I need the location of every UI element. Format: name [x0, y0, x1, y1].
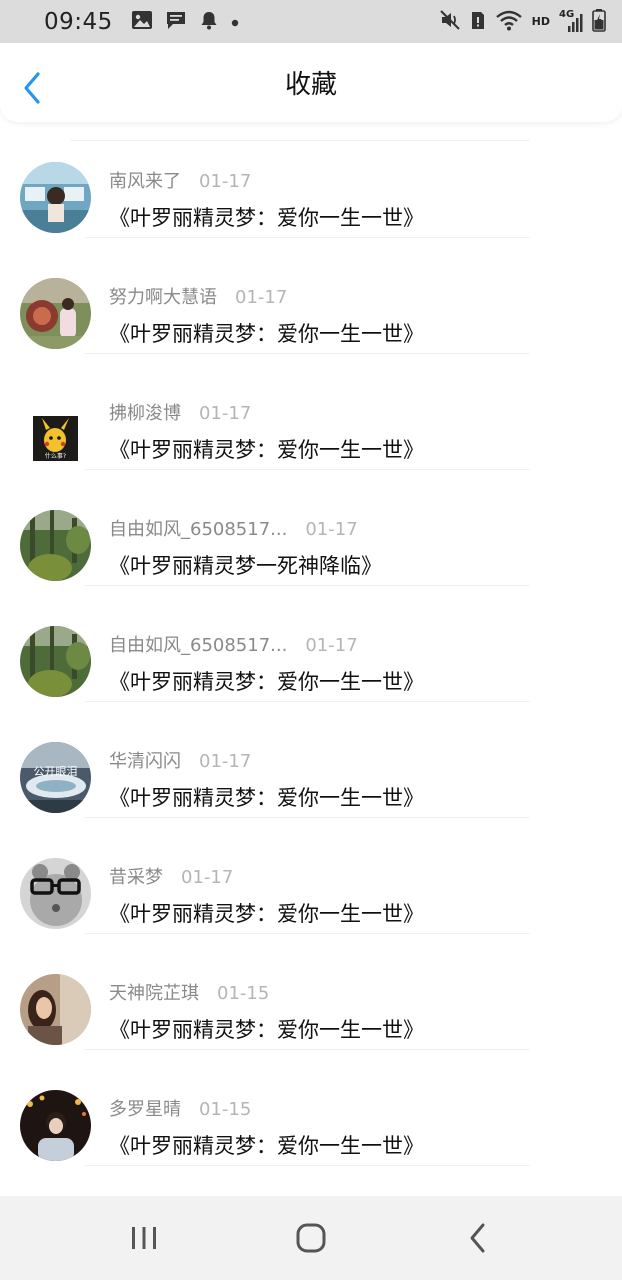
date: 01-15: [217, 983, 270, 1004]
status-bar: 09:45 HD 4G: [0, 0, 622, 43]
date: 01-17: [305, 635, 358, 656]
work-title[interactable]: 《叶罗丽精灵梦：爱你一生一世》: [109, 898, 424, 928]
list-item[interactable]: 昔采梦 01-17 《叶罗丽精灵梦：爱你一生一世》: [0, 818, 622, 934]
item-meta: 拂柳浚博 01-17: [109, 399, 251, 425]
signal-4g-icon: 4G: [559, 9, 583, 33]
back-nav-button[interactable]: [448, 1213, 508, 1263]
work-title[interactable]: 《叶罗丽精灵梦：爱你一生一世》: [109, 1014, 424, 1044]
avatar-caption: 公开眼泪: [34, 765, 78, 778]
work-title[interactable]: 《叶罗丽精灵梦一死神降临》: [109, 550, 382, 580]
date: 01-15: [199, 1099, 252, 1120]
dot-icon: [231, 12, 239, 31]
username[interactable]: 自由如风_6508517...: [109, 631, 287, 657]
list-item[interactable]: 自由如风_6508517... 01-17 《叶罗丽精灵梦：爱你一生一世》: [0, 586, 622, 702]
app-header: 收藏: [0, 43, 622, 122]
page-title: 收藏: [284, 70, 337, 100]
username[interactable]: 拂柳浚博: [109, 399, 181, 425]
date: 01-17: [199, 171, 252, 192]
list-item[interactable]: 努力啊大慧语 01-17 《叶罗丽精灵梦：爱你一生一世》: [0, 238, 622, 354]
work-title[interactable]: 《叶罗丽精灵梦：爱你一生一世》: [109, 434, 424, 464]
mute-icon: [439, 9, 461, 35]
username[interactable]: 自由如风_6508517...: [109, 515, 287, 541]
work-title[interactable]: 《叶罗丽精灵梦：爱你一生一世》: [109, 1130, 424, 1160]
back-button[interactable]: [20, 70, 46, 106]
chevron-left-icon: [24, 72, 40, 104]
item-meta: 自由如风_6508517... 01-17: [109, 631, 358, 657]
item-meta: 华清闪闪 01-17: [109, 747, 251, 773]
work-title[interactable]: 《叶罗丽精灵梦：爱你一生一世》: [109, 318, 424, 348]
item-meta: 多罗星晴 01-15: [109, 1095, 251, 1121]
list-item[interactable]: 天神院芷琪 01-15 《叶罗丽精灵梦：爱你一生一世》: [0, 934, 622, 1050]
system-nav-bar: [0, 1196, 622, 1280]
work-title[interactable]: 《叶罗丽精灵梦：爱你一生一世》: [109, 782, 424, 812]
avatar[interactable]: [20, 1090, 91, 1161]
date: 01-17: [199, 751, 252, 772]
bell-icon: [199, 10, 219, 34]
list-item[interactable]: 什么事? 拂柳浚博 01-17 《叶罗丽精灵梦：爱你一生一世》: [0, 354, 622, 470]
avatar[interactable]: 什么事?: [33, 416, 78, 461]
home-button[interactable]: [281, 1213, 341, 1263]
message-icon: [165, 10, 187, 34]
avatar[interactable]: [20, 858, 91, 929]
list-divider: [85, 1165, 530, 1166]
username[interactable]: 多罗星晴: [109, 1095, 181, 1121]
list-item[interactable]: 多罗星晴 01-15 《叶罗丽精灵梦：爱你一生一世》: [0, 1050, 622, 1166]
app-screen: 09:45 HD 4G 收藏 南风来了 01-17 《叶罗丽精灵梦：爱你一生一世…: [0, 0, 622, 1280]
item-meta: 努力啊大慧语 01-17: [109, 283, 287, 309]
item-meta: 自由如风_6508517... 01-17: [109, 515, 358, 541]
username[interactable]: 南风来了: [109, 167, 181, 193]
username[interactable]: 华清闪闪: [109, 747, 181, 773]
home-icon: [296, 1223, 326, 1253]
date: 01-17: [305, 519, 358, 540]
avatar[interactable]: [20, 278, 91, 349]
avatar[interactable]: [20, 974, 91, 1045]
avatar[interactable]: [20, 510, 91, 581]
battery-icon: [592, 8, 606, 36]
username[interactable]: 天神院芷琪: [109, 979, 199, 1005]
username[interactable]: 昔采梦: [109, 863, 163, 889]
date: 01-17: [181, 867, 234, 888]
item-meta: 昔采梦 01-17: [109, 863, 233, 889]
favorites-list[interactable]: 南风来了 01-17 《叶罗丽精灵梦：爱你一生一世》 努力啊大慧语 01-17 …: [0, 122, 622, 1196]
username[interactable]: 努力啊大慧语: [109, 283, 217, 309]
avatar[interactable]: [20, 162, 91, 233]
system-status-icons: HD 4G: [439, 8, 606, 36]
wifi-icon: [495, 9, 523, 35]
hd-icon: HD: [531, 15, 550, 28]
recent-apps-icon: [131, 1227, 156, 1249]
back-icon: [470, 1223, 485, 1253]
item-meta: 天神院芷琪 01-15: [109, 979, 269, 1005]
status-time: 09:45: [44, 8, 113, 35]
item-meta: 南风来了 01-17: [109, 167, 251, 193]
list-item[interactable]: 南风来了 01-17 《叶罗丽精灵梦：爱你一生一世》: [0, 122, 622, 238]
avatar-caption: 什么事?: [45, 452, 66, 460]
work-title[interactable]: 《叶罗丽精灵梦：爱你一生一世》: [109, 202, 424, 232]
list-item[interactable]: 公开眼泪 华清闪闪 01-17 《叶罗丽精灵梦：爱你一生一世》: [0, 702, 622, 818]
date: 01-17: [235, 287, 288, 308]
avatar[interactable]: 公开眼泪: [20, 742, 91, 813]
work-title[interactable]: 《叶罗丽精灵梦：爱你一生一世》: [109, 666, 424, 696]
avatar[interactable]: [20, 626, 91, 697]
date: 01-17: [199, 403, 252, 424]
list-item[interactable]: 自由如风_6508517... 01-17 《叶罗丽精灵梦一死神降临》: [0, 470, 622, 586]
sim-alert-icon: [470, 9, 486, 35]
recent-apps-button[interactable]: [114, 1213, 174, 1263]
image-icon: [131, 10, 153, 34]
notification-icons: [131, 10, 239, 34]
